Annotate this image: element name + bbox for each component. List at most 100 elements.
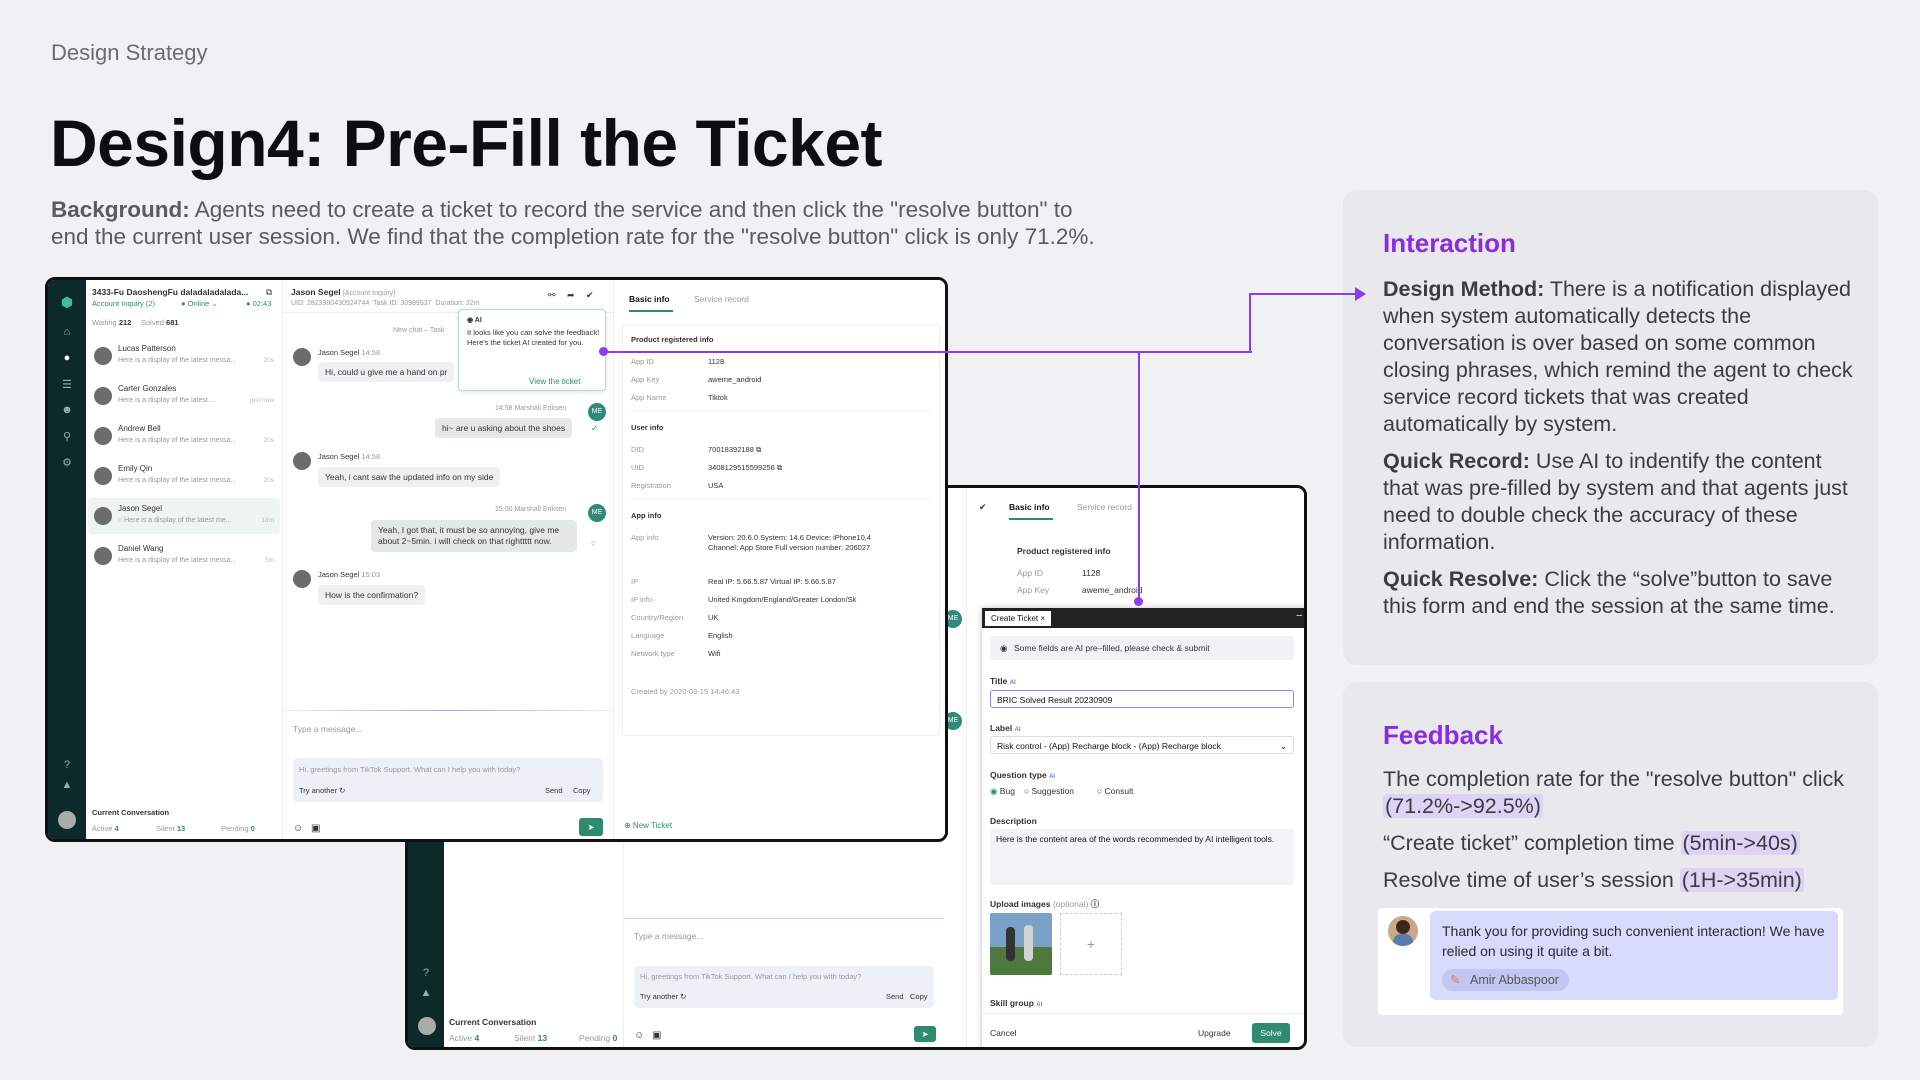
chat-user-name: Jason Segel [Account Inquiry]: [291, 287, 396, 297]
message-input[interactable]: Type a message...: [293, 724, 362, 734]
active-count: Active 4: [449, 1033, 480, 1043]
solve-button[interactable]: Solve: [1252, 1023, 1290, 1043]
contact-preview: Here is a display of the latest messa...: [118, 477, 237, 484]
upgrade-button[interactable]: Upgrade: [1198, 1028, 1231, 1038]
message-bubble: Hi, could u give me a hand on pr: [318, 362, 455, 382]
image-icon[interactable]: ▣: [311, 823, 320, 834]
tab-service-record[interactable]: Service record: [1077, 502, 1132, 512]
info-panel: Basic info Service record Product regist…: [613, 280, 945, 839]
tab-basic-info[interactable]: Basic info: [1009, 502, 1050, 512]
field-label: DID: [631, 445, 644, 454]
solved-count: Solved 681: [141, 318, 179, 327]
session-title: 3433-Fu DaoshengFu daladaladalada...: [92, 287, 249, 297]
description-field[interactable]: Here is the content area of the words re…: [990, 829, 1294, 885]
user-avatar: [293, 570, 311, 588]
message-meta: 14:58 Marshall Eriksen: [495, 405, 567, 412]
try-another-button[interactable]: Try another ↻: [299, 786, 345, 795]
cancel-button[interactable]: Cancel: [990, 1028, 1016, 1038]
label-label: Label AI: [990, 723, 1021, 733]
pending-icon: ○: [591, 538, 597, 548]
section-heading: User info: [631, 423, 664, 432]
message-input[interactable]: Type a message...: [634, 931, 703, 941]
chat-icon[interactable]: ●: [48, 352, 86, 364]
emoji-icon[interactable]: ☺: [634, 1030, 644, 1041]
active-count: Active 4: [92, 824, 119, 833]
view-ticket-link[interactable]: View the ticket: [529, 377, 580, 386]
contact-name: Lucas Patterson: [118, 344, 176, 353]
send-icon[interactable]: ➤: [579, 818, 603, 836]
ai-icon: ◉: [1000, 643, 1008, 653]
silent-count: Silent 13: [156, 824, 186, 833]
contact-row[interactable]: Andrew Bell Here is a display of the late…: [88, 418, 280, 454]
radio-bug[interactable]: ◉ Bug: [990, 786, 1015, 797]
new-ticket-button[interactable]: ⊕ New Ticket: [624, 821, 672, 830]
send-button[interactable]: Send: [545, 786, 563, 795]
ai-notification-text: It looks like you can solve the feedback…: [467, 328, 600, 347]
contact-avatar: [94, 547, 112, 565]
link-icon[interactable]: ⚯: [548, 290, 556, 301]
contact-row[interactable]: Daniel Wang Here is a display of the late…: [88, 538, 280, 574]
title-field[interactable]: BRIC Solved Result 20230909: [990, 690, 1294, 708]
tab-basic-info[interactable]: Basic info: [629, 294, 670, 304]
bell-icon[interactable]: ▲: [48, 779, 86, 791]
tab-service-record[interactable]: Service record: [694, 294, 749, 304]
contact-row[interactable]: Emily Qin Here is a display of the latest…: [88, 458, 280, 494]
uploaded-image[interactable]: [990, 913, 1052, 975]
copy-button[interactable]: Copy: [573, 786, 591, 795]
contact-time: 20s: [263, 437, 274, 444]
copy-icon[interactable]: ⧉: [266, 287, 272, 298]
create-ticket-panel: Create Ticket × – ◉ Some fields are AI p…: [982, 608, 1304, 1047]
message-sender: Jason Segel 14:58: [318, 348, 381, 357]
emoji-icon[interactable]: ☺: [293, 823, 303, 834]
contact-preview: Here is a display of the latest ...: [118, 397, 216, 404]
field-label: App ID: [631, 357, 654, 366]
list-icon[interactable]: ☰: [48, 378, 86, 391]
contact-time: 18m: [261, 517, 274, 524]
home-icon[interactable]: ⌂: [48, 326, 86, 338]
eyebrow: Design Strategy: [51, 40, 208, 65]
field-label: App info: [631, 533, 659, 542]
read-icon: ✓: [591, 423, 599, 433]
users-icon[interactable]: ☻: [48, 404, 86, 416]
author-chip: ✎ Amir Abbaspoor: [1442, 969, 1569, 991]
send-icon[interactable]: ➤: [914, 1026, 936, 1042]
avatar[interactable]: [58, 811, 76, 829]
contact-row[interactable]: Carter Gonzales Here is a display of the …: [88, 378, 280, 414]
ai-ticket-notification: ◉ AI It looks like you can solve the fee…: [458, 309, 606, 391]
status-dropdown[interactable]: ● Online ⌄: [181, 299, 218, 308]
forward-icon[interactable]: ➦: [567, 290, 575, 301]
field-label: Network type: [631, 649, 675, 658]
image-icon[interactable]: ▣: [652, 1030, 661, 1041]
avatar[interactable]: [418, 1017, 436, 1035]
help-icon[interactable]: ?: [408, 967, 444, 979]
contact-name: Carter Gonzales: [118, 384, 177, 393]
radio-consult[interactable]: ○ Consult: [1097, 786, 1133, 796]
field-value: USA: [708, 481, 724, 490]
contact-row[interactable]: Lucas Patterson Here is a display of the …: [88, 338, 280, 374]
label-select[interactable]: Risk control - (App) Recharge block - (A…: [990, 736, 1294, 754]
create-ticket-tab[interactable]: Create Ticket ×: [985, 611, 1052, 626]
send-button[interactable]: Send: [886, 992, 904, 1001]
minimize-icon[interactable]: –: [1296, 610, 1302, 621]
contact-row[interactable]: Jason Segel ○ Here is a display of the la…: [88, 498, 280, 534]
radio-suggestion[interactable]: ○ Suggestion: [1024, 786, 1074, 796]
help-icon[interactable]: ?: [48, 759, 86, 771]
background-text-2: We find that the completion rate for the…: [341, 224, 1095, 249]
try-another-button[interactable]: Try another ↻: [640, 992, 686, 1001]
connector-dot: [599, 347, 608, 356]
add-image-button[interactable]: +: [1060, 913, 1122, 975]
contact-time: 20s: [263, 477, 274, 484]
bell-icon[interactable]: ▲: [408, 987, 444, 999]
field-value: 70018392188 ⧉: [708, 445, 762, 454]
contact-preview: ○ Here is a display of the latest me...: [118, 517, 232, 524]
resolve-icon[interactable]: ✔: [586, 290, 594, 301]
location-icon[interactable]: ⚲: [48, 430, 86, 443]
field-value: United Kingdom/England/Greater London/Sk: [708, 595, 857, 604]
field-value: UK: [708, 613, 719, 622]
copy-button[interactable]: Copy: [910, 992, 928, 1001]
gear-icon[interactable]: ⚙: [48, 456, 86, 469]
question-type-label: Question type AI: [990, 770, 1056, 780]
field-label: Registration: [631, 481, 672, 490]
connector-line: [1249, 293, 1251, 353]
background-paragraph: Background: Agents need to create a tick…: [51, 196, 1111, 250]
